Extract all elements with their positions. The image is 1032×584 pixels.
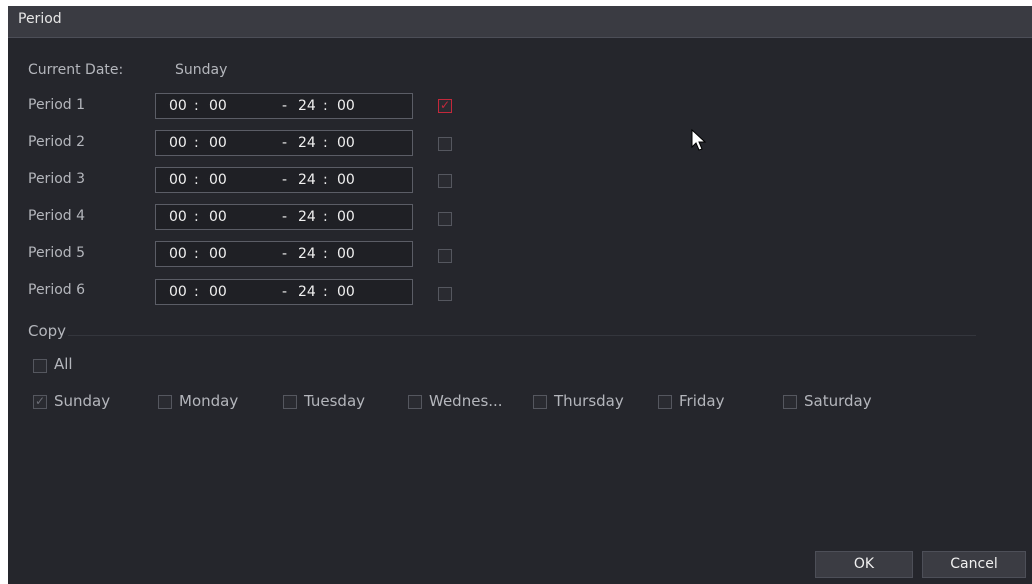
period-1-time-range[interactable]: 00 : 00 - 24 : 00 [155,93,413,119]
time-colon: : [194,284,199,300]
period-dialog: Period Current Date: Sunday Period 1 00 … [8,6,1032,584]
time-colon: : [323,246,328,262]
period-6-start-hour[interactable]: 00 [169,284,187,300]
time-colon: : [194,98,199,114]
copy-sunday-label: Sunday [54,392,111,410]
time-dash: - [282,172,288,188]
copy-tuesday-checkbox[interactable] [283,395,297,409]
period-3-start-minute[interactable]: 00 [209,172,227,188]
copy-section-label: Copy [28,322,67,340]
period-4-start-hour[interactable]: 00 [169,209,187,225]
copy-thursday-label: Thursday [554,392,624,410]
period-2-start-minute[interactable]: 00 [209,135,227,151]
time-colon: : [323,135,328,151]
period-3-enable-checkbox[interactable] [438,174,452,188]
period-3-time-range[interactable]: 00 : 00 - 24 : 00 [155,167,413,193]
time-colon: : [194,209,199,225]
current-date-value: Sunday [175,62,228,78]
period-4-start-minute[interactable]: 00 [209,209,227,225]
time-colon: : [323,209,328,225]
period-6-enable-checkbox[interactable] [438,287,452,301]
period-5-start-hour[interactable]: 00 [169,246,187,262]
period-6-time-range[interactable]: 00 : 00 - 24 : 00 [155,279,413,305]
period-4-enable-checkbox[interactable] [438,212,452,226]
period-3-end-minute[interactable]: 00 [337,172,355,188]
period-1-end-hour[interactable]: 24 [298,98,316,114]
copy-thursday-checkbox[interactable] [533,395,547,409]
time-colon: : [323,98,328,114]
time-colon: : [194,246,199,262]
period-3-start-hour[interactable]: 00 [169,172,187,188]
time-dash: - [282,284,288,300]
period-1-end-minute[interactable]: 00 [337,98,355,114]
time-colon: : [194,135,199,151]
period-2-time-range[interactable]: 00 : 00 - 24 : 00 [155,130,413,156]
period-2-end-minute[interactable]: 00 [337,135,355,151]
copy-monday-label: Monday [179,392,239,410]
period-5-time-range[interactable]: 00 : 00 - 24 : 00 [155,241,413,267]
copy-sunday-checkbox[interactable]: ✓ [33,394,47,409]
time-colon: : [323,284,328,300]
time-colon: : [323,172,328,188]
time-colon: : [194,172,199,188]
time-dash: - [282,209,288,225]
period-1-start-minute[interactable]: 00 [209,98,227,114]
period-5-label: Period 5 [28,245,86,261]
copy-all-checkbox[interactable] [33,359,47,373]
period-2-end-hour[interactable]: 24 [298,135,316,151]
period-2-label: Period 2 [28,134,86,150]
period-6-end-hour[interactable]: 24 [298,284,316,300]
check-icon: ✓ [35,394,46,408]
period-5-end-minute[interactable]: 00 [337,246,355,262]
copy-monday-checkbox[interactable] [158,395,172,409]
copy-tuesday-label: Tuesday [304,392,366,410]
copy-saturday-checkbox[interactable] [783,395,797,409]
period-3-end-hour[interactable]: 24 [298,172,316,188]
period-4-label: Period 4 [28,208,86,224]
check-icon: ✓ [440,98,451,112]
dialog-title: Period [18,11,62,27]
period-6-label: Period 6 [28,282,86,298]
time-dash: - [282,246,288,262]
copy-saturday-label: Saturday [804,392,872,410]
period-4-end-hour[interactable]: 24 [298,209,316,225]
period-5-start-minute[interactable]: 00 [209,246,227,262]
period-6-end-minute[interactable]: 00 [337,284,355,300]
period-4-end-minute[interactable]: 00 [337,209,355,225]
time-dash: - [282,98,288,114]
period-5-end-hour[interactable]: 24 [298,246,316,262]
period-2-start-hour[interactable]: 00 [169,135,187,151]
period-1-enable-checkbox[interactable]: ✓ [438,98,452,113]
copy-divider [68,335,976,336]
mouse-pointer-icon [691,129,707,151]
copy-wednesday-checkbox[interactable] [408,395,422,409]
copy-friday-checkbox[interactable] [658,395,672,409]
period-1-label: Period 1 [28,97,86,113]
dialog-titlebar: Period [8,6,1032,38]
copy-all-label: All [54,355,73,373]
ok-button[interactable]: OK [815,551,913,578]
copy-friday-label: Friday [679,392,725,410]
period-1-start-hour[interactable]: 00 [169,98,187,114]
current-date-label: Current Date: [28,62,124,78]
period-4-time-range[interactable]: 00 : 00 - 24 : 00 [155,204,413,230]
period-3-label: Period 3 [28,171,86,187]
period-2-enable-checkbox[interactable] [438,137,452,151]
copy-wednesday-label: Wednes... [429,392,503,410]
period-5-enable-checkbox[interactable] [438,249,452,263]
cancel-button[interactable]: Cancel [922,551,1026,578]
time-dash: - [282,135,288,151]
period-6-start-minute[interactable]: 00 [209,284,227,300]
